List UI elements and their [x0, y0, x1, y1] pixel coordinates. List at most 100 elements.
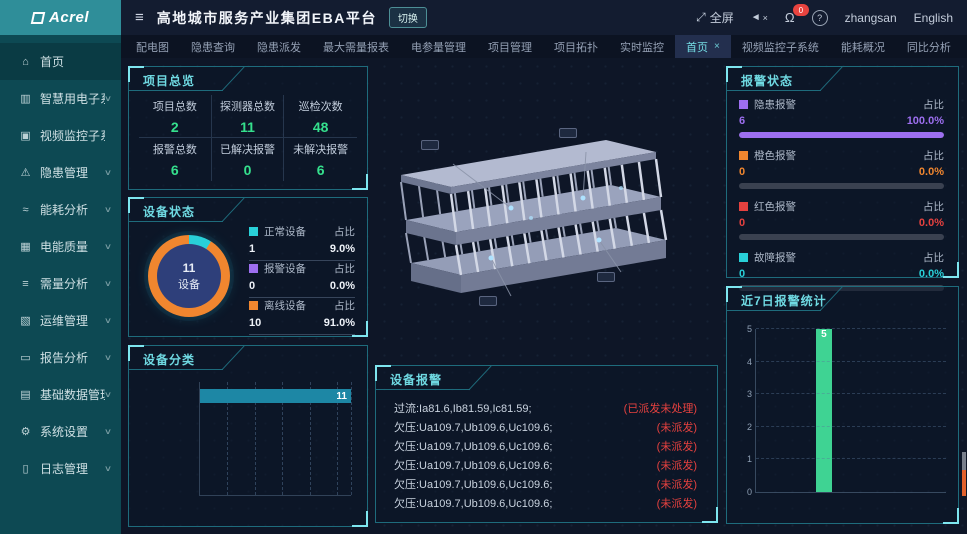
device-alarm-panel: 设备报警 过流:Ia81.6,Ib81.59,Ic81.59; (已派发未处理)… [375, 365, 718, 523]
sidebar-item-label: 报告分析 [40, 349, 105, 366]
legend-label: 报警设备 [264, 261, 306, 276]
user-menu[interactable]: zhangsan [845, 11, 897, 25]
sidebar-item-label: 能耗分析 [40, 201, 105, 218]
y-axis-tick: 2 [738, 422, 752, 432]
collapse-menu-icon[interactable]: ≡ [135, 9, 144, 26]
tab[interactable]: 项目拓扑 [543, 35, 609, 58]
sidebar-item-label: 隐患管理 [40, 164, 105, 181]
chevron-down-icon: ∨ [104, 353, 112, 362]
x-axis [199, 502, 351, 514]
sidebar-item[interactable]: ▤ 基础数据管理 ∨ [0, 376, 121, 413]
legend-percent: 0.0% [919, 166, 944, 178]
sidebar-item[interactable]: ▯ 日志管理 ∨ [0, 450, 121, 487]
building-label[interactable] [597, 272, 615, 282]
ratio-label: 占比 [334, 224, 355, 239]
alarm-status-row: 橙色报警 占比 0 0.0% [739, 148, 944, 189]
sidebar-item[interactable]: ⚙ 系统设置 ∨ [0, 413, 121, 450]
alarm-list: 过流:Ia81.6,Ib81.59,Ic81.59; (已派发未处理) 欠压:U… [394, 398, 697, 512]
donut-center: 11 设备 [157, 244, 221, 308]
alarm-row[interactable]: 欠压:Ua109.7,Ub109.6,Uc109.6; (未派发) [394, 417, 697, 436]
alarm-row[interactable]: 过流:Ia81.6,Ib81.59,Ic81.59; (已派发未处理) [394, 398, 697, 417]
overview-stat: 已解决报警 0 [212, 138, 285, 181]
tab[interactable]: 首页 × [675, 35, 731, 58]
alarm-text: 过流:Ia81.6,Ib81.59,Ic81.59; [394, 400, 532, 416]
panel-title: 项目总览 [143, 72, 195, 89]
stat-value: 0 [244, 162, 252, 178]
week-bar-column: 0 [783, 329, 810, 492]
scrollbar[interactable] [962, 452, 966, 496]
tab[interactable]: 同比分析 [896, 35, 962, 58]
overview-stat: 未解决报警 6 [284, 138, 357, 181]
legend-color-swatch [249, 264, 258, 273]
legend-count: 0 [739, 268, 745, 280]
sidebar-menu: ⌂ 首页 ∨ ▥ 智慧用电子系统 ∨ ▣ 视频监控子系统 ∨ ⚠ 隐患管理 ∨ … [0, 35, 121, 487]
building-label[interactable] [421, 140, 439, 150]
tab[interactable]: 隐患派发 [246, 35, 312, 58]
sidebar-item[interactable]: ▭ 报告分析 ∨ [0, 339, 121, 376]
language-switcher[interactable]: English [914, 11, 953, 25]
alarm-row[interactable]: 欠压:Ua109.7,Ub109.6,Uc109.6; (未派发) [394, 493, 697, 512]
ratio-label: 占比 [923, 250, 944, 265]
donut-label: 设备 [178, 276, 200, 292]
scrollbar-thumb[interactable] [962, 452, 966, 470]
sidebar-item[interactable]: ▣ 视频监控子系统 ∨ [0, 117, 121, 154]
help-button[interactable]: ? [812, 10, 828, 26]
project-overview-panel: 项目总览 项目总数 2 探测器总数 11 巡检次数 48 报警总数 6 已解决报… [128, 66, 368, 190]
fullscreen-button[interactable]: ⤢ 全屏 [696, 9, 734, 26]
help-icon: ? [817, 13, 822, 23]
notifications-button[interactable]: Ω 0 [785, 10, 795, 25]
legend-count: 0 [249, 280, 255, 292]
switch-button[interactable]: 切换 [389, 7, 427, 28]
tab[interactable]: 视频监控子系统 [731, 35, 830, 58]
ratio-label: 占比 [923, 199, 944, 214]
sidebar-item[interactable]: ▧ 运维管理 ∨ [0, 302, 121, 339]
device-status-legend-row: 报警设备 占比 0 0.0% [249, 261, 355, 298]
sidebar-item[interactable]: ≈ 能耗分析 ∨ [0, 191, 121, 228]
tab[interactable]: 能耗概况 [830, 35, 896, 58]
legend-count: 10 [249, 317, 261, 329]
sidebar-item-label: 智慧用电子系统 [40, 90, 105, 107]
category-bar-row: 0 [200, 417, 351, 431]
tab[interactable]: 隐患查询 [180, 35, 246, 58]
alarm-row[interactable]: 欠压:Ua109.7,Ub109.6,Uc109.6; (未派发) [394, 455, 697, 474]
legend-color-swatch [249, 227, 258, 236]
tab[interactable]: 实时监控 [609, 35, 675, 58]
brand-logo[interactable]: Acrel [0, 0, 121, 35]
sidebar-item[interactable]: ⌂ 首页 ∨ [0, 43, 121, 80]
legend-color-swatch [739, 253, 748, 262]
alarm-row[interactable]: 欠压:Ua109.7,Ub109.6,Uc109.6; (未派发) [394, 474, 697, 493]
mute-button[interactable]: ◄ × [751, 12, 768, 23]
tab-close-icon[interactable]: × [714, 41, 720, 52]
tab[interactable]: 电参量管理 [400, 35, 477, 58]
stat-label: 巡检次数 [299, 98, 343, 114]
legend-label: 橙色报警 [754, 148, 796, 163]
week-bar-column: 5 [810, 329, 837, 492]
legend-percent: 0.0% [919, 268, 944, 280]
tab[interactable]: 最大需量报表 [312, 35, 400, 58]
panel-title: 设备报警 [390, 371, 442, 388]
stat-label: 项目总数 [153, 98, 197, 114]
category-bar-row: 0 [200, 446, 351, 460]
building-label[interactable] [559, 128, 577, 138]
device-status-legend: 正常设备 占比 1 9.0% 报警设备 占比 0 0.0% 离线设备 占比 10… [241, 222, 355, 330]
chevron-down-icon: ∨ [104, 94, 112, 103]
corner-accent [128, 66, 144, 82]
panel-decoration [376, 389, 470, 390]
tab[interactable]: 配电图 [125, 35, 180, 58]
tab[interactable]: 项目管理 [477, 35, 543, 58]
sidebar-item-label: 电能质量 [40, 238, 105, 255]
alarm-row[interactable]: 欠压:Ua109.7,Ub109.6,Uc109.6; (未派发) [394, 436, 697, 455]
week-bar-column: 0 [756, 329, 783, 492]
sidebar-item[interactable]: ⚠ 隐患管理 ∨ [0, 154, 121, 191]
scrollbar-thumb-accent[interactable] [962, 470, 966, 496]
alarm-status-badge: (未派发) [657, 457, 697, 473]
sidebar-item[interactable]: ≡ 需量分析 ∨ [0, 265, 121, 302]
building-label[interactable] [479, 296, 497, 306]
sidebar-item[interactable]: ▦ 电能质量 ∨ [0, 228, 121, 265]
dashboard-main: 项目总览 项目总数 2 探测器总数 11 巡检次数 48 报警总数 6 已解决报… [121, 58, 967, 534]
sidebar-item[interactable]: ▥ 智慧用电子系统 ∨ [0, 80, 121, 117]
gridline [351, 382, 352, 495]
tab-label: 实时监控 [620, 39, 664, 55]
progress-track [739, 234, 944, 240]
tab-label: 同比分析 [907, 39, 951, 55]
